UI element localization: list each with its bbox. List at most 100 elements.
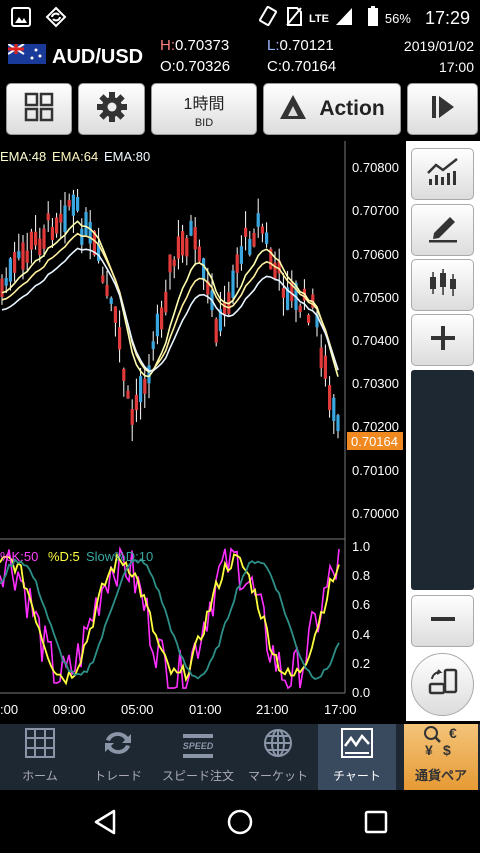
candle-body bbox=[168, 254, 172, 273]
nav-trade[interactable]: トレード bbox=[80, 724, 156, 790]
nav-trade-label: トレード bbox=[93, 769, 142, 783]
ema-80-label: EMA:80 bbox=[104, 149, 150, 164]
candle-body bbox=[235, 254, 239, 273]
time-tick: 05:00 bbox=[121, 702, 154, 717]
candle-body bbox=[105, 285, 109, 297]
candle-body bbox=[17, 251, 21, 259]
speed-badge-text: SPEED bbox=[183, 741, 214, 751]
price-tick: 0.70300 bbox=[352, 376, 399, 391]
candle-body bbox=[13, 252, 17, 273]
speed-order-icon: SPEED bbox=[181, 731, 215, 761]
candle-body bbox=[298, 305, 302, 312]
candle-body bbox=[248, 238, 252, 255]
screen-rotate-icon bbox=[426, 667, 460, 702]
candle-body bbox=[84, 211, 88, 236]
nav-currency-pair[interactable]: € ¥ $ 通貨ペア bbox=[404, 724, 478, 790]
chart-type-button[interactable] bbox=[411, 259, 474, 311]
candle-body bbox=[25, 250, 29, 263]
price-tick: 0.70000 bbox=[352, 506, 399, 521]
recent-apps-icon[interactable] bbox=[364, 810, 388, 839]
settings-button[interactable] bbox=[78, 83, 145, 135]
currency-pair-selector[interactable]: AUD/USD bbox=[7, 43, 143, 70]
candle-body bbox=[29, 231, 33, 250]
quote-bar: AUD/USD H:0.70373 L:0.70121 O:0.70326 C:… bbox=[0, 34, 480, 80]
nav-home[interactable]: ホーム bbox=[2, 724, 78, 790]
nav-chart[interactable]: チャート bbox=[318, 724, 396, 790]
indicator-chart-button[interactable] bbox=[411, 148, 474, 200]
nav-speed-order-label: スピード注文 bbox=[161, 769, 234, 783]
price-chart[interactable]: EMA:48 EMA:64 EMA:80 0.70800 0.70700 0.7… bbox=[0, 141, 410, 721]
high-value: H:0.70373 bbox=[160, 37, 230, 54]
zoom-slider-track[interactable] bbox=[411, 370, 474, 590]
price-tick: 0.70400 bbox=[352, 333, 399, 348]
candle-body bbox=[113, 306, 117, 323]
timeframe-label: 1時間 bbox=[183, 95, 225, 113]
candle-body bbox=[4, 277, 8, 286]
stoch-slowd-label: Slow%D:10 bbox=[86, 549, 153, 564]
quote-date: 2019/01/02 bbox=[403, 38, 474, 54]
candle-body bbox=[38, 238, 42, 256]
price-type-label: BID bbox=[194, 116, 214, 129]
back-icon[interactable] bbox=[92, 809, 118, 840]
osc-tick: 0.2 bbox=[352, 656, 370, 671]
osc-tick: 0.8 bbox=[352, 568, 370, 583]
zoom-out-button[interactable] bbox=[411, 595, 474, 647]
candle-body bbox=[118, 327, 122, 350]
nav-market[interactable]: マーケット bbox=[240, 724, 316, 790]
stoch-d-label: %D:5 bbox=[48, 549, 80, 564]
timeframe-button[interactable]: 1時間 BID bbox=[151, 83, 257, 135]
osc-tick: 1.0 bbox=[352, 539, 370, 554]
candle-body bbox=[50, 226, 54, 241]
candle-body bbox=[189, 220, 193, 236]
line-chart-icon bbox=[426, 157, 460, 192]
sync-app-icon bbox=[44, 6, 68, 33]
plus-icon bbox=[429, 324, 457, 357]
candle-body bbox=[76, 196, 80, 211]
home-circle-icon[interactable] bbox=[227, 809, 253, 840]
open-value: O:0.70326 bbox=[160, 58, 231, 75]
action-button[interactable]: Action bbox=[263, 83, 401, 135]
candle-body bbox=[231, 270, 235, 298]
candle-body bbox=[265, 232, 269, 244]
nav-market-label: マーケット bbox=[247, 769, 308, 783]
candle-body bbox=[130, 409, 134, 425]
candle-body bbox=[71, 194, 75, 216]
candle-body bbox=[34, 231, 38, 246]
osc-tick: 0.4 bbox=[352, 627, 370, 642]
candle-body bbox=[176, 236, 180, 259]
candle-body bbox=[139, 376, 143, 403]
chart-tools-sidebar bbox=[406, 141, 480, 721]
currency-symbols-icon: € ¥ $ bbox=[421, 725, 461, 762]
candlestick-series bbox=[0, 188, 340, 442]
rotate-screen-button[interactable] bbox=[411, 653, 474, 716]
chart-nav-icon bbox=[341, 728, 373, 761]
play-forward-button[interactable] bbox=[407, 83, 478, 135]
stochastic-lines bbox=[0, 545, 340, 690]
candle-body bbox=[109, 297, 113, 304]
candle-body bbox=[256, 213, 260, 227]
ema-48-label: EMA:48 bbox=[0, 149, 46, 164]
price-tick: 0.70700 bbox=[352, 203, 399, 218]
candle-body bbox=[55, 217, 59, 234]
system-navigation bbox=[0, 790, 480, 853]
candle-body bbox=[307, 314, 311, 323]
clock: 17:29 bbox=[424, 8, 470, 28]
chart-canvas[interactable]: EMA:48 EMA:64 EMA:80 0.70800 0.70700 0.7… bbox=[0, 141, 410, 721]
zoom-in-button[interactable] bbox=[411, 314, 474, 366]
candle-body bbox=[239, 246, 243, 264]
layout-button[interactable] bbox=[6, 83, 72, 135]
candle-body bbox=[214, 318, 218, 343]
candle-body bbox=[8, 258, 12, 282]
candle-body bbox=[160, 307, 164, 330]
time-tick: 21:00 bbox=[256, 702, 289, 717]
rotate-icon bbox=[257, 5, 279, 32]
candle-body bbox=[181, 231, 185, 256]
nav-speed-order[interactable]: SPEED スピード注文 bbox=[158, 724, 238, 790]
osc-tick: 0.0 bbox=[352, 685, 370, 700]
candle-body bbox=[59, 213, 63, 223]
candle-body bbox=[319, 347, 323, 369]
battery-level: 56% bbox=[384, 11, 411, 26]
draw-tool-button[interactable] bbox=[411, 204, 474, 256]
australia-flag-icon bbox=[7, 43, 46, 70]
candle-body bbox=[193, 227, 197, 250]
